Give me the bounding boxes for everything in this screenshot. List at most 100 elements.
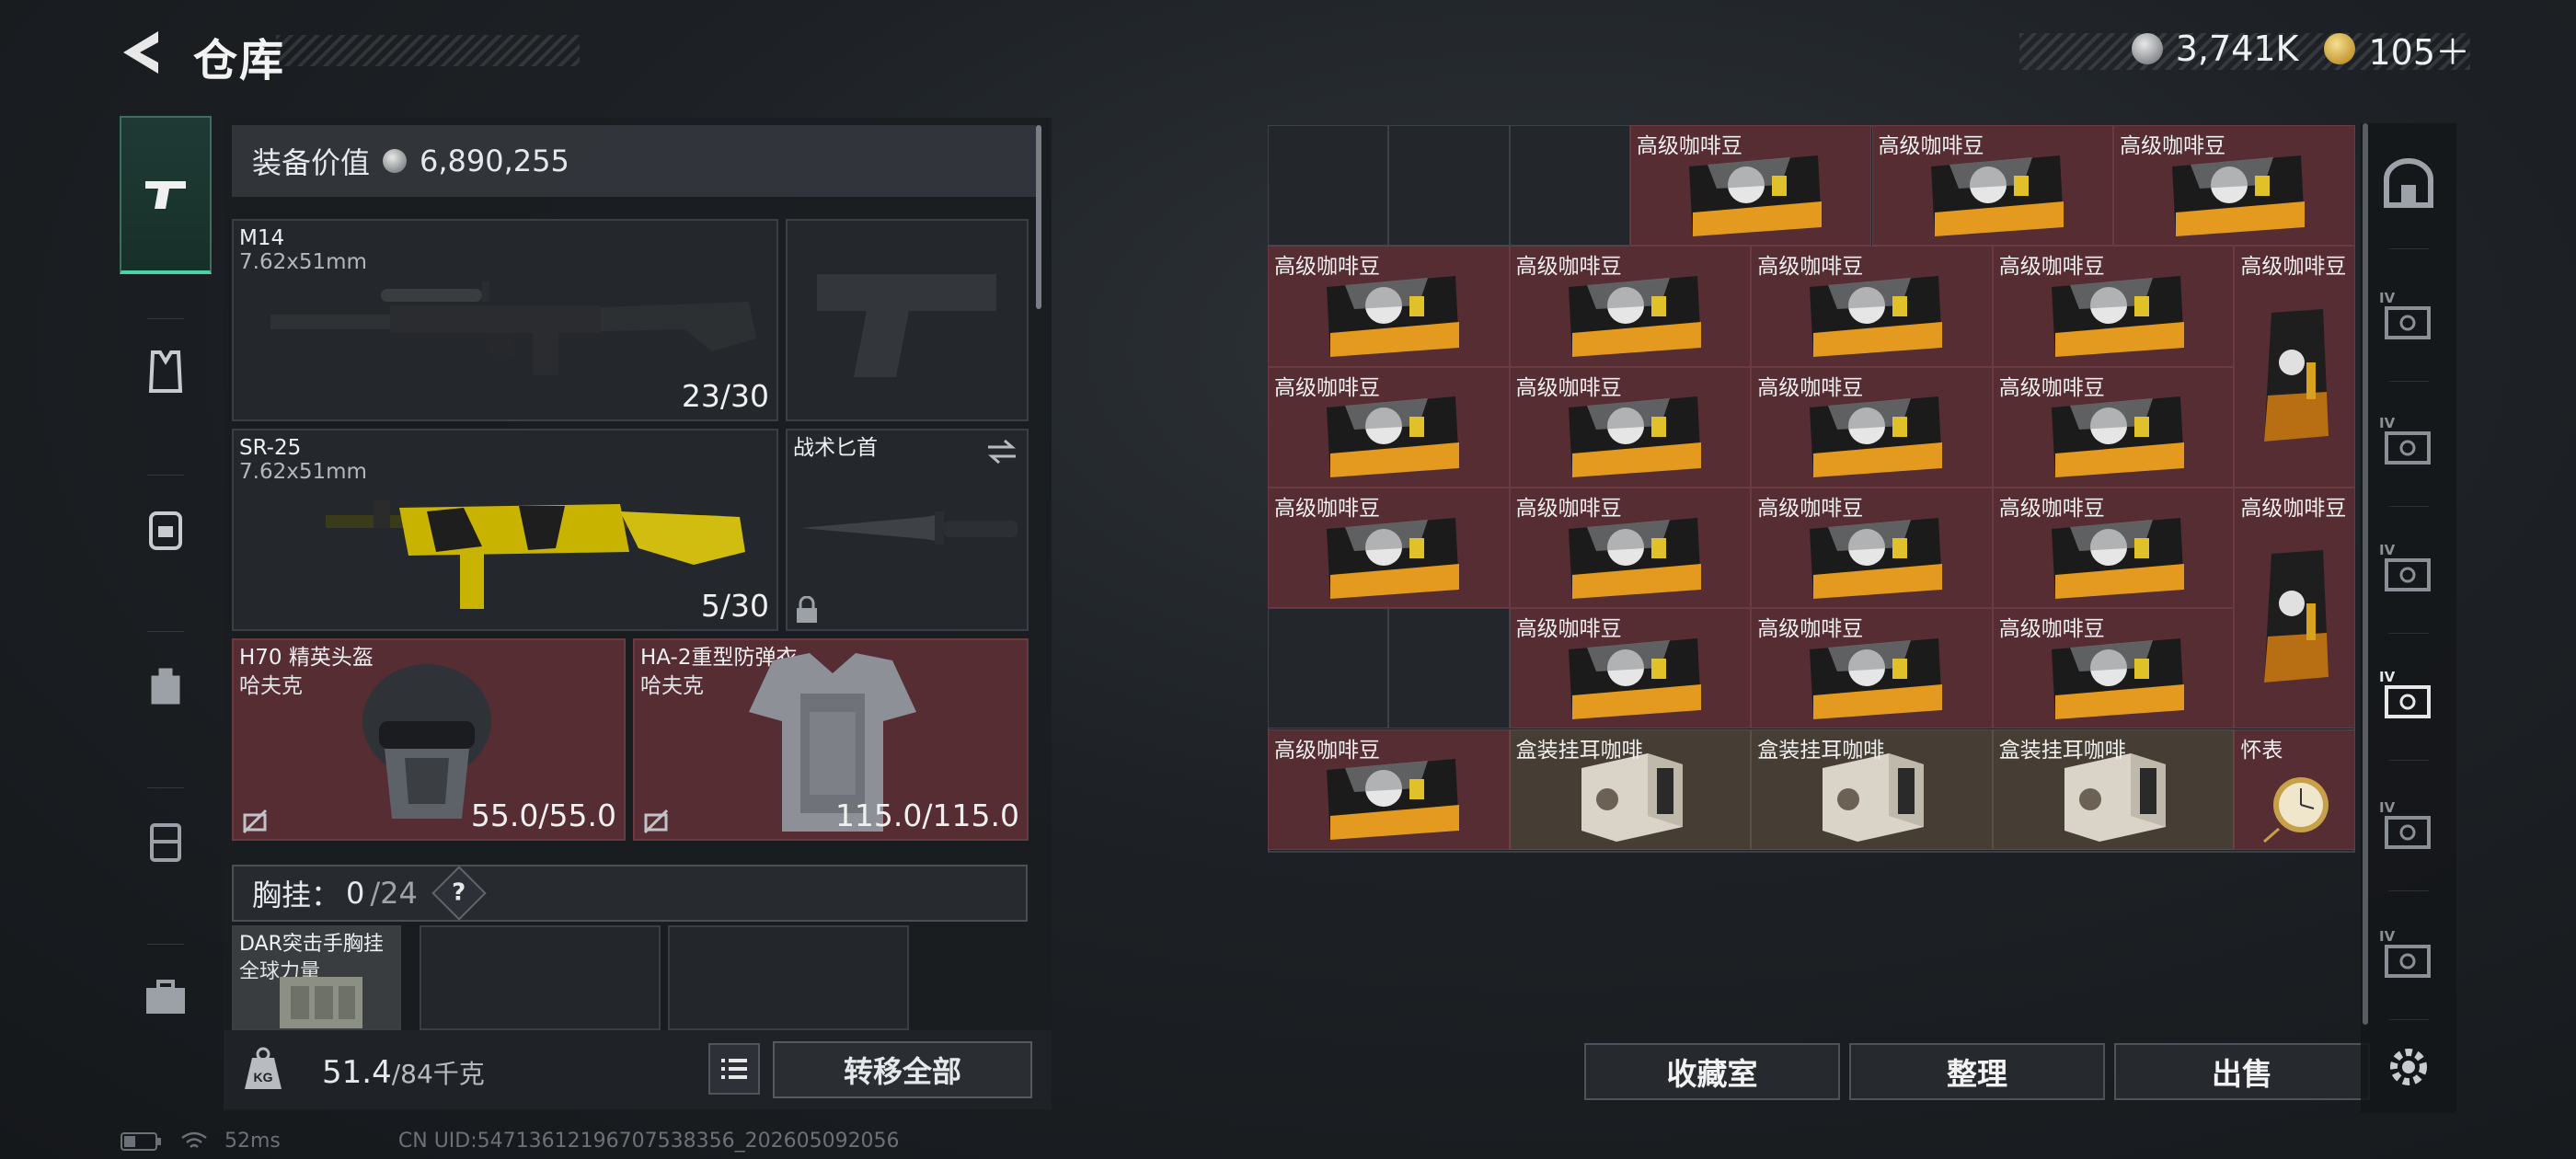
inventory-item[interactable]: 高级咖啡豆 <box>1509 487 1752 609</box>
right-tabs: IV IV IV IV IV IV <box>2361 123 2456 1113</box>
inventory-item[interactable]: 高级咖啡豆 <box>1268 366 1510 488</box>
tab-storage-4[interactable]: IV <box>2361 765 2456 885</box>
grid-cell-empty[interactable] <box>1388 125 1510 247</box>
tab-storage-5[interactable]: IV <box>2361 894 2456 1014</box>
item-name: 高级咖啡豆 <box>1998 375 2105 400</box>
right-scrollbar[interactable] <box>2363 123 2368 1025</box>
melee-slot[interactable]: 战术匕首 <box>786 429 1029 631</box>
inventory-item[interactable]: 高级咖啡豆 <box>1751 608 1993 729</box>
coffee-bag-icon <box>1568 275 1701 357</box>
chest-rig-slot[interactable] <box>668 925 909 1030</box>
inventory-item[interactable]: 高级咖啡豆 <box>1268 729 1510 850</box>
no-repair-icon <box>242 809 268 834</box>
equipment-value-bar: 装备价值 6,890,255 <box>232 125 1036 197</box>
weight-icon: KG <box>245 1047 282 1089</box>
tab-storage-2[interactable]: IV <box>2361 508 2456 627</box>
inventory-item[interactable]: 高级咖啡豆 <box>1268 487 1510 609</box>
item-name: 盒装挂耳咖啡 <box>1515 738 1643 763</box>
coffee-bag-icon <box>2172 155 2306 236</box>
tab-storage-1[interactable]: IV <box>2361 381 2456 500</box>
inventory-item[interactable]: 高级咖啡豆 <box>1751 246 1993 367</box>
chest-rig-item[interactable]: DAR突击手胸挂 全球力量 <box>232 925 401 1030</box>
tab-storage-3[interactable]: IV <box>2361 635 2456 754</box>
secondary-weapon-slot[interactable]: SR-25 7.62x51mm 5/30 <box>232 429 778 631</box>
tab-safebox[interactable] <box>2361 123 2456 243</box>
no-repair-icon <box>643 809 669 834</box>
item-name: 盒装挂耳咖啡 <box>1757 738 1885 763</box>
inventory-item[interactable]: 高级咖啡豆 <box>2234 246 2355 488</box>
inventory-item[interactable]: 高级咖啡豆 <box>2234 487 2355 729</box>
back-arrow-icon[interactable] <box>118 28 164 77</box>
armor-brand: 哈夫克 <box>640 674 704 698</box>
item-name: 高级咖啡豆 <box>2240 496 2347 521</box>
nav-bag[interactable] <box>120 640 212 732</box>
inventory-item[interactable]: 高级咖啡豆 <box>1509 608 1752 729</box>
item-name: 高级咖啡豆 <box>1515 255 1622 280</box>
equipment-scrollbar[interactable] <box>1036 125 1041 309</box>
inventory-item[interactable]: 高级咖啡豆 <box>1509 366 1752 488</box>
item-name: 高级咖啡豆 <box>1515 496 1622 521</box>
nav-weapons[interactable] <box>120 116 212 274</box>
chest-rig-capacity: /24 <box>370 876 418 911</box>
inventory-item[interactable]: 高级咖啡豆 <box>1992 608 2235 729</box>
chest-rig-bar: 胸挂： 0 /24 ? <box>232 865 1028 922</box>
inventory-item[interactable]: 高级咖啡豆 <box>1751 366 1993 488</box>
armor-durability: 115.0/115.0 <box>834 798 1019 833</box>
item-name: 高级咖啡豆 <box>2120 134 2226 158</box>
collection-room-button[interactable]: 收藏室 <box>1584 1043 1840 1100</box>
knife-icon <box>800 511 1018 545</box>
inventory-item[interactable]: 盒装挂耳咖啡 <box>1992 729 2235 850</box>
container-icon <box>2385 431 2431 465</box>
inventory-item[interactable]: 高级咖啡豆 <box>1992 366 2235 488</box>
nav-backpack[interactable] <box>120 482 212 574</box>
swap-icon[interactable] <box>984 438 1019 465</box>
settings-button[interactable] <box>2361 1023 2456 1111</box>
silver-coin-icon <box>2131 33 2163 64</box>
organize-button[interactable]: 整理 <box>1849 1043 2105 1100</box>
ping-text: 52ms <box>224 1130 281 1153</box>
item-name: 高级咖啡豆 <box>1274 496 1380 521</box>
grid-cell-empty[interactable] <box>1509 125 1630 247</box>
sell-button[interactable]: 出售 <box>2114 1043 2370 1100</box>
tab-add-container[interactable]: IV <box>2361 256 2456 375</box>
list-view-button[interactable] <box>708 1043 760 1095</box>
coffee-bag-icon <box>2264 308 2329 442</box>
melee-name: 战术匕首 <box>793 436 878 460</box>
coffee-bag-icon <box>1568 517 1701 599</box>
coffee-bag-icon <box>1568 637 1701 719</box>
armor-slot[interactable]: HA-2重型防弹衣 哈夫克 115.0/115.0 <box>633 638 1029 841</box>
battery-icon <box>121 1131 161 1151</box>
grid-cell-empty[interactable] <box>1268 125 1389 247</box>
inventory-item[interactable]: 高级咖啡豆 <box>1751 487 1993 609</box>
help-button[interactable]: ? <box>431 866 487 921</box>
pistol-slot[interactable] <box>786 219 1029 421</box>
inventory-item[interactable]: 盒装挂耳咖啡 <box>1751 729 1993 850</box>
inventory-item[interactable]: 高级咖啡豆 <box>1268 246 1510 367</box>
inventory-item[interactable]: 高级咖啡豆 <box>1871 125 2114 247</box>
coffee-bag-icon <box>1930 155 2064 236</box>
inventory-item[interactable]: 盒装挂耳咖啡 <box>1509 729 1752 850</box>
grid-cell-empty[interactable] <box>1388 608 1510 729</box>
inventory-item[interactable]: 高级咖啡豆 <box>1992 487 2235 609</box>
chest-rig-slot[interactable] <box>420 925 661 1030</box>
gold-amount[interactable]: 105＋ <box>2368 24 2470 75</box>
primary-weapon-slot[interactable]: M14 7.62x51mm 23/30 <box>232 219 778 421</box>
inventory-item[interactable]: 高级咖啡豆 <box>1509 246 1752 367</box>
inventory-item[interactable]: 怀表 <box>2234 729 2355 850</box>
nav-armor[interactable] <box>120 326 212 418</box>
transfer-all-button[interactable]: 转移全部 <box>773 1041 1032 1098</box>
storage-tab-icon: IV <box>2379 669 2438 720</box>
list-icon <box>721 1059 747 1079</box>
coffee-bag-icon <box>1810 275 1943 357</box>
container-icon <box>2385 945 2431 978</box>
inventory-item[interactable]: 高级咖啡豆 <box>2113 125 2355 247</box>
weapon-ammo: 23/30 <box>681 378 769 414</box>
nav-toolbox[interactable] <box>120 951 212 1043</box>
item-name: 高级咖啡豆 <box>1515 375 1622 400</box>
inventory-item[interactable]: 高级咖啡豆 <box>1629 125 1872 247</box>
nav-container[interactable] <box>120 795 212 887</box>
grid-cell-empty[interactable] <box>1268 608 1389 729</box>
helmet-slot[interactable]: H70 精英头盔 哈夫克 55.0/55.0 <box>232 638 626 841</box>
inventory-item[interactable]: 高级咖啡豆 <box>1992 246 2235 367</box>
item-name: 盒装挂耳咖啡 <box>1998 738 2126 763</box>
